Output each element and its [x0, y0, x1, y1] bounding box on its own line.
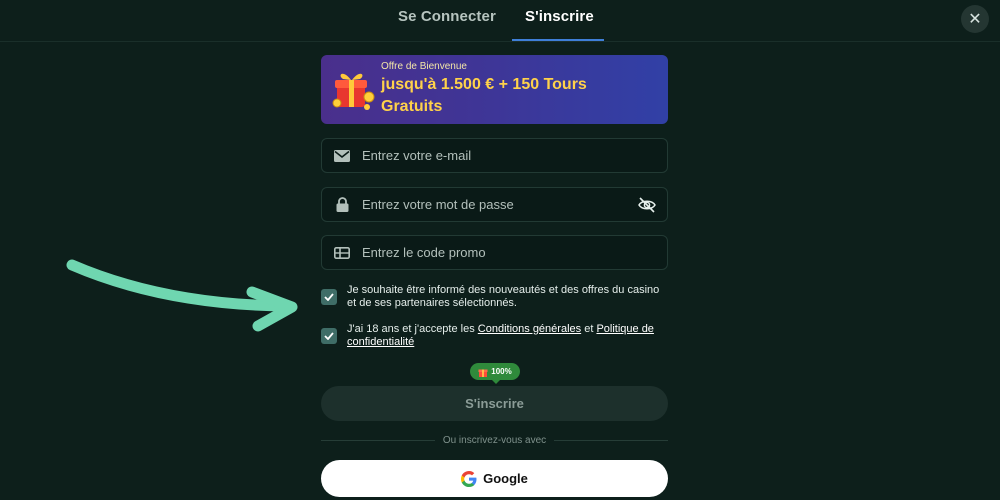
offer-title: jusqu'à 1.500 € + 150 Tours Gratuits	[381, 76, 587, 115]
google-icon	[461, 470, 477, 487]
badge-pointer	[491, 379, 501, 384]
newsletter-consent-text: Je souhaite être informé des nouveautés …	[347, 284, 660, 309]
ticket-icon	[322, 236, 362, 269]
google-signup-button[interactable]: Google	[321, 460, 668, 497]
newsletter-checkbox[interactable]	[321, 289, 337, 305]
password-field[interactable]	[321, 187, 668, 222]
terms-middle: et	[581, 323, 597, 335]
annotation-arrow-icon	[66, 259, 291, 312]
promo-code-field[interactable]	[321, 235, 668, 270]
eye-off-icon	[638, 197, 656, 213]
newsletter-consent-row: Je souhaite être informé des nouveautés …	[321, 283, 671, 310]
register-submit-button[interactable]: S'inscrire	[321, 386, 668, 421]
terms-conditions-link[interactable]: Conditions générales	[478, 323, 581, 335]
mail-icon	[322, 139, 362, 172]
active-tab-indicator	[512, 39, 604, 41]
promo-code-input[interactable]	[362, 245, 622, 260]
checkmark-icon	[324, 332, 334, 340]
divider-line-left	[321, 439, 435, 441]
terms-prefix: J'ai 18 ans et j'accepte les	[347, 323, 478, 335]
divider-text: Ou inscrivez-vous avec	[442, 434, 547, 446]
offer-subtitle: Offre de Bienvenue	[381, 61, 467, 72]
email-field[interactable]	[321, 138, 668, 173]
email-input[interactable]	[362, 148, 622, 163]
completion-value: 100%	[491, 367, 512, 376]
lock-icon	[322, 188, 362, 221]
close-button[interactable]: ✕	[961, 5, 989, 33]
annotation-arrowhead	[246, 286, 298, 332]
divider-line-right	[554, 439, 668, 441]
gift-icon	[478, 369, 488, 377]
tab-login[interactable]: Se Connecter	[398, 8, 496, 25]
alt-signup-divider: Ou inscrivez-vous avec	[321, 432, 668, 448]
gift-box-icon	[332, 73, 375, 110]
terms-consent-row: J'ai 18 ans et j'accepte les Conditions …	[321, 322, 671, 349]
welcome-offer-banner: Offre de Bienvenue jusqu'à 1.500 € + 150…	[321, 55, 668, 124]
toggle-password-visibility-button[interactable]	[637, 195, 657, 215]
completion-badge: 100%	[470, 363, 520, 380]
password-input[interactable]	[362, 197, 622, 212]
close-icon: ✕	[968, 11, 982, 28]
terms-checkbox[interactable]	[321, 328, 337, 344]
google-signup-label: Google	[483, 471, 528, 486]
register-submit-label: S'inscrire	[465, 396, 524, 411]
tab-register[interactable]: S'inscrire	[525, 8, 594, 25]
top-bar: Se Connecter S'inscrire	[0, 0, 1000, 42]
checkmark-icon	[324, 293, 334, 301]
terms-consent-text: J'ai 18 ans et j'accepte les Conditions …	[347, 323, 671, 349]
